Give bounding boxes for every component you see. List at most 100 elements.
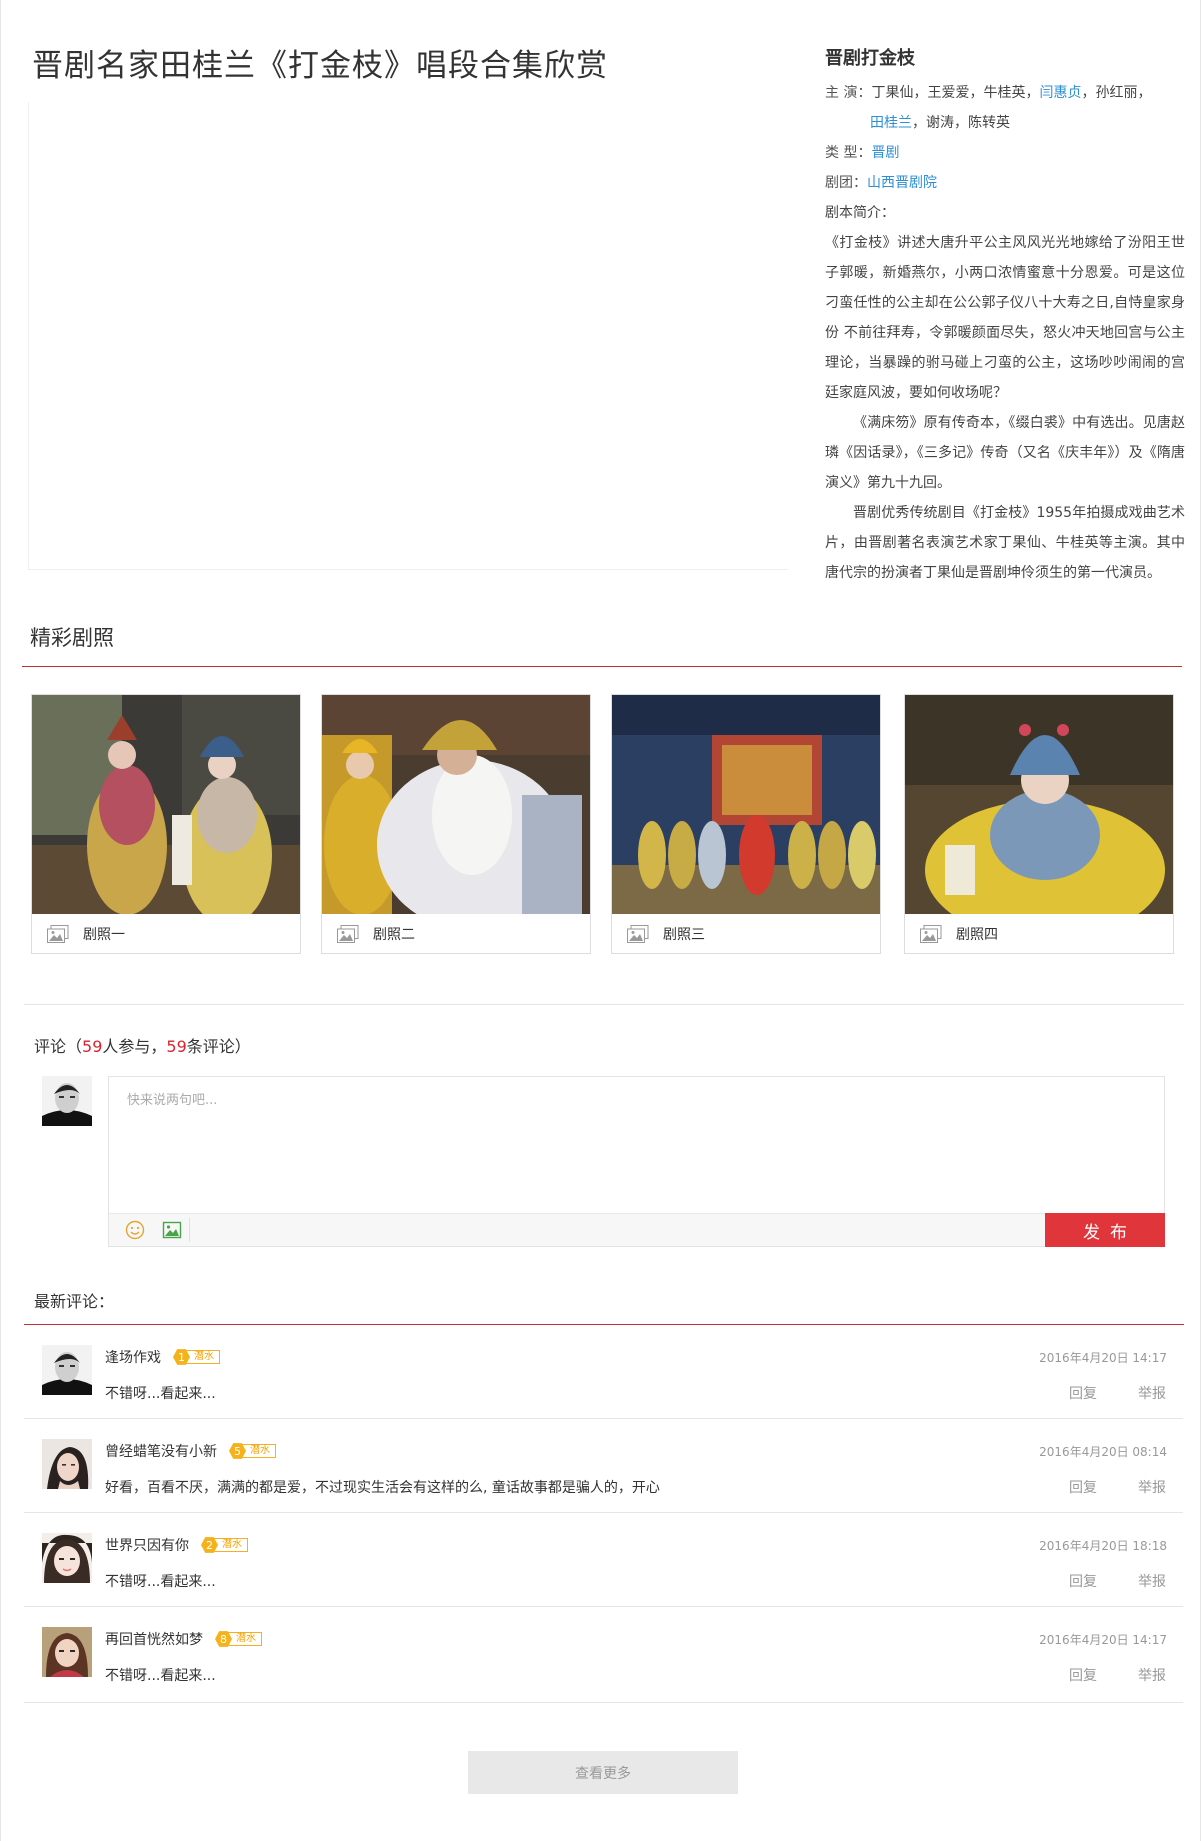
comment-time: 2016年4月20日 18:18: [1039, 1539, 1167, 1553]
cast-link-tianguilan[interactable]: 田桂兰: [870, 115, 912, 131]
synopsis-paragraph: 《满床笏》原有传奇本，《缀白裘》中有选出。见唐赵璘《因话录》，《三多记》传奇（又…: [825, 415, 1185, 491]
reply-link[interactable]: 回复: [1069, 1665, 1097, 1685]
level-tag: 潜水: [228, 1632, 262, 1646]
participants-count: 59: [82, 1037, 103, 1056]
reply-link[interactable]: 回复: [1069, 1383, 1097, 1403]
level-badge: 8 潜水: [215, 1631, 262, 1647]
avatar[interactable]: [42, 1627, 92, 1677]
show-info-panel: 晋剧打金枝 主 演：丁果仙，王爱爱，牛桂英，闫惠贞，孙红丽， 田桂兰，谢涛，陈转…: [825, 44, 1185, 588]
level-badge: 2 潜水: [201, 1537, 248, 1553]
comment-item: 世界只因有你 2 潜水 2016年4月20日 18:18 不错呀...看起来..…: [24, 1513, 1183, 1607]
photo-image[interactable]: [32, 695, 300, 914]
comment-time: 2016年4月20日 08:14: [1039, 1445, 1167, 1459]
photo-caption: 剧照二: [322, 914, 590, 954]
report-link[interactable]: 举报: [1138, 1383, 1166, 1403]
troupe-label: 剧团：: [825, 175, 867, 191]
page-title: 晋剧名家田桂兰《打金枝》唱段合集欣赏: [32, 48, 608, 84]
avatar[interactable]: [42, 1439, 92, 1489]
level-tag: 潜水: [186, 1350, 220, 1364]
picture-icon: [47, 925, 69, 943]
photo-image[interactable]: [322, 695, 590, 914]
comment-user: 逢场作戏 1 潜水: [105, 1347, 220, 1367]
comment-time: 2016年4月20日 14:17: [1039, 1633, 1167, 1647]
report-link[interactable]: 举报: [1138, 1571, 1166, 1591]
level-badge: 5 潜水: [229, 1443, 276, 1459]
report-link[interactable]: 举报: [1138, 1665, 1166, 1685]
cast-label: 主 演：: [825, 85, 872, 101]
cast-names: ，谢涛，陈转英: [912, 115, 1010, 131]
comment-time: 2016年4月20日 14:17: [1039, 1351, 1167, 1365]
avatar[interactable]: [42, 1345, 92, 1395]
load-more-button[interactable]: 查看更多: [468, 1751, 738, 1794]
latest-comments-label: 最新评论：: [34, 1292, 115, 1311]
report-link[interactable]: 举报: [1138, 1477, 1166, 1497]
comment-item: 再回首恍然如梦 8 潜水 2016年4月20日 14:17 不错呀...看起来.…: [24, 1607, 1183, 1703]
comment-text: 不错呀...看起来...: [105, 1668, 216, 1684]
image-upload-icon[interactable]: [162, 1220, 182, 1240]
synopsis-paragraph: 晋剧优秀传统剧目《打金枝》1955年拍摄成戏曲艺术片，由晋剧著名表演艺术家丁果仙…: [825, 505, 1185, 581]
reply-link[interactable]: 回复: [1069, 1571, 1097, 1591]
synopsis-paragraph: 《打金枝》讲述大唐升平公主风风光光地嫁给了汾阳王世子郭暖，新婚燕尔，小两口浓情蜜…: [825, 235, 1185, 401]
comment-count: 59: [166, 1037, 187, 1056]
picture-icon: [337, 925, 359, 943]
cast-link-yanhuizhen[interactable]: 闫惠贞: [1039, 85, 1081, 101]
photo-caption: 剧照四: [905, 914, 1173, 954]
cast-line: 主 演：丁果仙，王爱爱，牛桂英，闫惠贞，孙红丽，: [825, 78, 1185, 108]
comment-user: 曾经蜡笔没有小新 5 潜水: [105, 1441, 276, 1461]
photo-caption-text: 剧照三: [663, 927, 705, 943]
username[interactable]: 世界只因有你: [105, 1535, 189, 1555]
editor-toolbar: 发布: [109, 1213, 1165, 1247]
level-tag: 潜水: [214, 1538, 248, 1552]
toolbar-separator: [189, 1218, 190, 1242]
publish-button[interactable]: 发布: [1045, 1213, 1165, 1247]
avatar[interactable]: [42, 1533, 92, 1583]
comment-text: 好看，百看不厌，满满的都是爱，不过现实生活会有这样的么, 童话故事都是骗人的，开…: [105, 1480, 660, 1496]
photo-card[interactable]: 剧照四: [904, 694, 1174, 954]
synopsis-label: 剧本简介：: [825, 205, 895, 221]
section-divider: [22, 666, 1182, 667]
current-user-avatar: [42, 1076, 92, 1126]
comment-item: 逢场作戏 1 潜水 2016年4月20日 14:17 不错呀...看起来... …: [24, 1325, 1183, 1419]
photo-caption-text: 剧照一: [83, 927, 125, 943]
comment-list: 逢场作戏 1 潜水 2016年4月20日 14:17 不错呀...看起来... …: [24, 1325, 1183, 1703]
comments-header-prefix: 评论（: [34, 1037, 83, 1056]
divider: [24, 1004, 1184, 1005]
synopsis: 《打金枝》讲述大唐升平公主风风光光地嫁给了汾阳王世子郭暖，新婚燕尔，小两口浓情蜜…: [825, 228, 1185, 588]
photo-caption: 剧照一: [32, 914, 300, 954]
photo-image[interactable]: [612, 695, 880, 914]
show-title: 晋剧打金枝: [825, 48, 915, 69]
video-player[interactable]: [28, 102, 788, 570]
comment-user: 再回首恍然如梦 8 潜水: [105, 1629, 262, 1649]
photo-caption: 剧照三: [612, 914, 880, 954]
username[interactable]: 逢场作戏: [105, 1347, 161, 1367]
level-tag: 潜水: [242, 1444, 276, 1458]
type-link[interactable]: 晋剧: [871, 145, 899, 161]
photo-caption-text: 剧照四: [956, 927, 998, 943]
emoji-icon[interactable]: [125, 1220, 145, 1240]
troupe-link[interactable]: 山西晋剧院: [867, 175, 937, 191]
photo-card[interactable]: 剧照一: [31, 694, 301, 954]
comment-user: 世界只因有你 2 潜水: [105, 1535, 248, 1555]
troupe-line: 剧团：山西晋剧院: [825, 168, 1185, 198]
photo-card[interactable]: 剧照三: [611, 694, 881, 954]
type-line: 类 型：晋剧: [825, 138, 1185, 168]
cast-names: 丁果仙，王爱爱，牛桂英，: [871, 85, 1040, 101]
comment-item: 曾经蜡笔没有小新 5 潜水 2016年4月20日 08:14 好看，百看不厌，满…: [24, 1419, 1183, 1513]
comment-input[interactable]: [109, 1077, 1164, 1213]
photo-caption-text: 剧照二: [373, 927, 415, 943]
cast-names: ，孙红丽，: [1081, 85, 1152, 101]
reply-link[interactable]: 回复: [1069, 1477, 1097, 1497]
photo-image[interactable]: [905, 695, 1173, 914]
comments-header: 评论（59人参与，59条评论）: [34, 1033, 251, 1057]
cast-line-continued: 田桂兰，谢涛，陈转英: [825, 108, 1185, 138]
level-badge: 1 潜水: [173, 1349, 220, 1365]
username[interactable]: 曾经蜡笔没有小新: [105, 1441, 217, 1461]
picture-icon: [627, 925, 649, 943]
photo-gallery: 剧照一 剧照二 剧照三 剧照四: [31, 694, 1175, 954]
type-label: 类 型：: [825, 145, 872, 161]
comment-count-suffix: 条评论）: [186, 1037, 251, 1056]
photo-card[interactable]: 剧照二: [321, 694, 591, 954]
username[interactable]: 再回首恍然如梦: [105, 1629, 203, 1649]
photos-section-title: 精彩剧照: [30, 626, 114, 650]
comment-text: 不错呀...看起来...: [105, 1386, 216, 1402]
